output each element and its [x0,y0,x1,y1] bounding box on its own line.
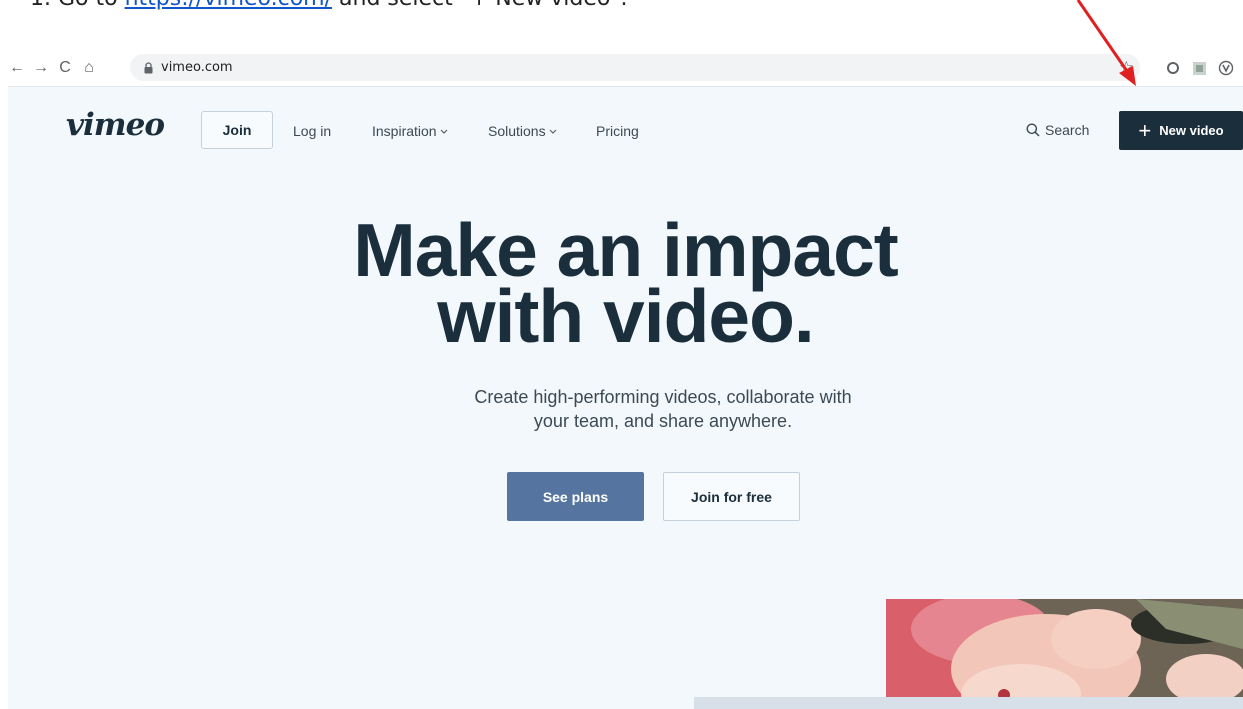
url-text: vimeo.com [161,60,233,75]
search-label: Search [1045,122,1090,138]
bottom-panel-edge [694,697,1243,709]
vimeo-page: vimeo Join Log in Inspiration Solutions … [8,86,1243,709]
nav-pricing-label: Pricing [596,123,639,139]
lock-icon [144,61,153,73]
plus-icon: + [1138,117,1152,143]
extension-v-icon[interactable] [1217,59,1235,77]
flower-image [886,599,1243,709]
hero-headline: Make an impact with video. [8,213,1243,358]
home-icon[interactable]: ⌂ [78,56,100,80]
join-for-free-button[interactable]: Join for free [663,472,800,521]
search-button[interactable]: Search [1026,122,1089,138]
vimeo-logo[interactable]: vimeo [66,107,165,143]
browser-toolbar: ← → C ⌂ vimeo.com ☆ [0,52,1243,84]
reload-icon[interactable]: C [54,56,76,80]
hero-subtext-line-2: your team, and share anywhere. [533,411,793,431]
nav-inspiration[interactable]: Inspiration [372,123,448,139]
new-video-button[interactable]: + New video [1119,111,1243,150]
nav-pricing[interactable]: Pricing [596,123,639,139]
instruction-number: 1. [30,0,51,11]
instruction-prefix: Go to [58,0,118,11]
hero-subtext: Create high-performing videos, collabora… [8,385,1243,433]
nav-login-label: Log in [293,123,332,139]
address-bar[interactable]: vimeo.com ☆ [130,54,1140,81]
instruction-text: 1. Go to https://vimeo.com/ and select "… [30,0,628,20]
chevron-down-icon [440,129,448,134]
bookmark-star-icon[interactable]: ☆ [1119,58,1134,78]
search-icon [1026,123,1040,137]
hero-subtext-line-1: Create high-performing videos, collabora… [474,387,852,407]
extension-circle-icon[interactable] [1164,59,1182,77]
forward-icon[interactable]: → [30,56,52,80]
extension-square-icon[interactable] [1190,59,1208,77]
nav-solutions[interactable]: Solutions [488,123,557,139]
chevron-down-icon [549,129,557,134]
see-plans-button[interactable]: See plans [507,472,644,521]
instruction-suffix: and select "+ New video". [339,0,627,11]
hero-headline-line-2: with video. [437,274,815,358]
join-button[interactable]: Join [201,111,273,149]
nav-solutions-label: Solutions [488,123,546,139]
nav-inspiration-label: Inspiration [372,123,437,139]
vimeo-link[interactable]: https://vimeo.com/ [125,0,332,11]
nav-login[interactable]: Log in [293,123,331,139]
back-icon[interactable]: ← [6,56,28,80]
new-video-label: New video [1159,123,1224,138]
